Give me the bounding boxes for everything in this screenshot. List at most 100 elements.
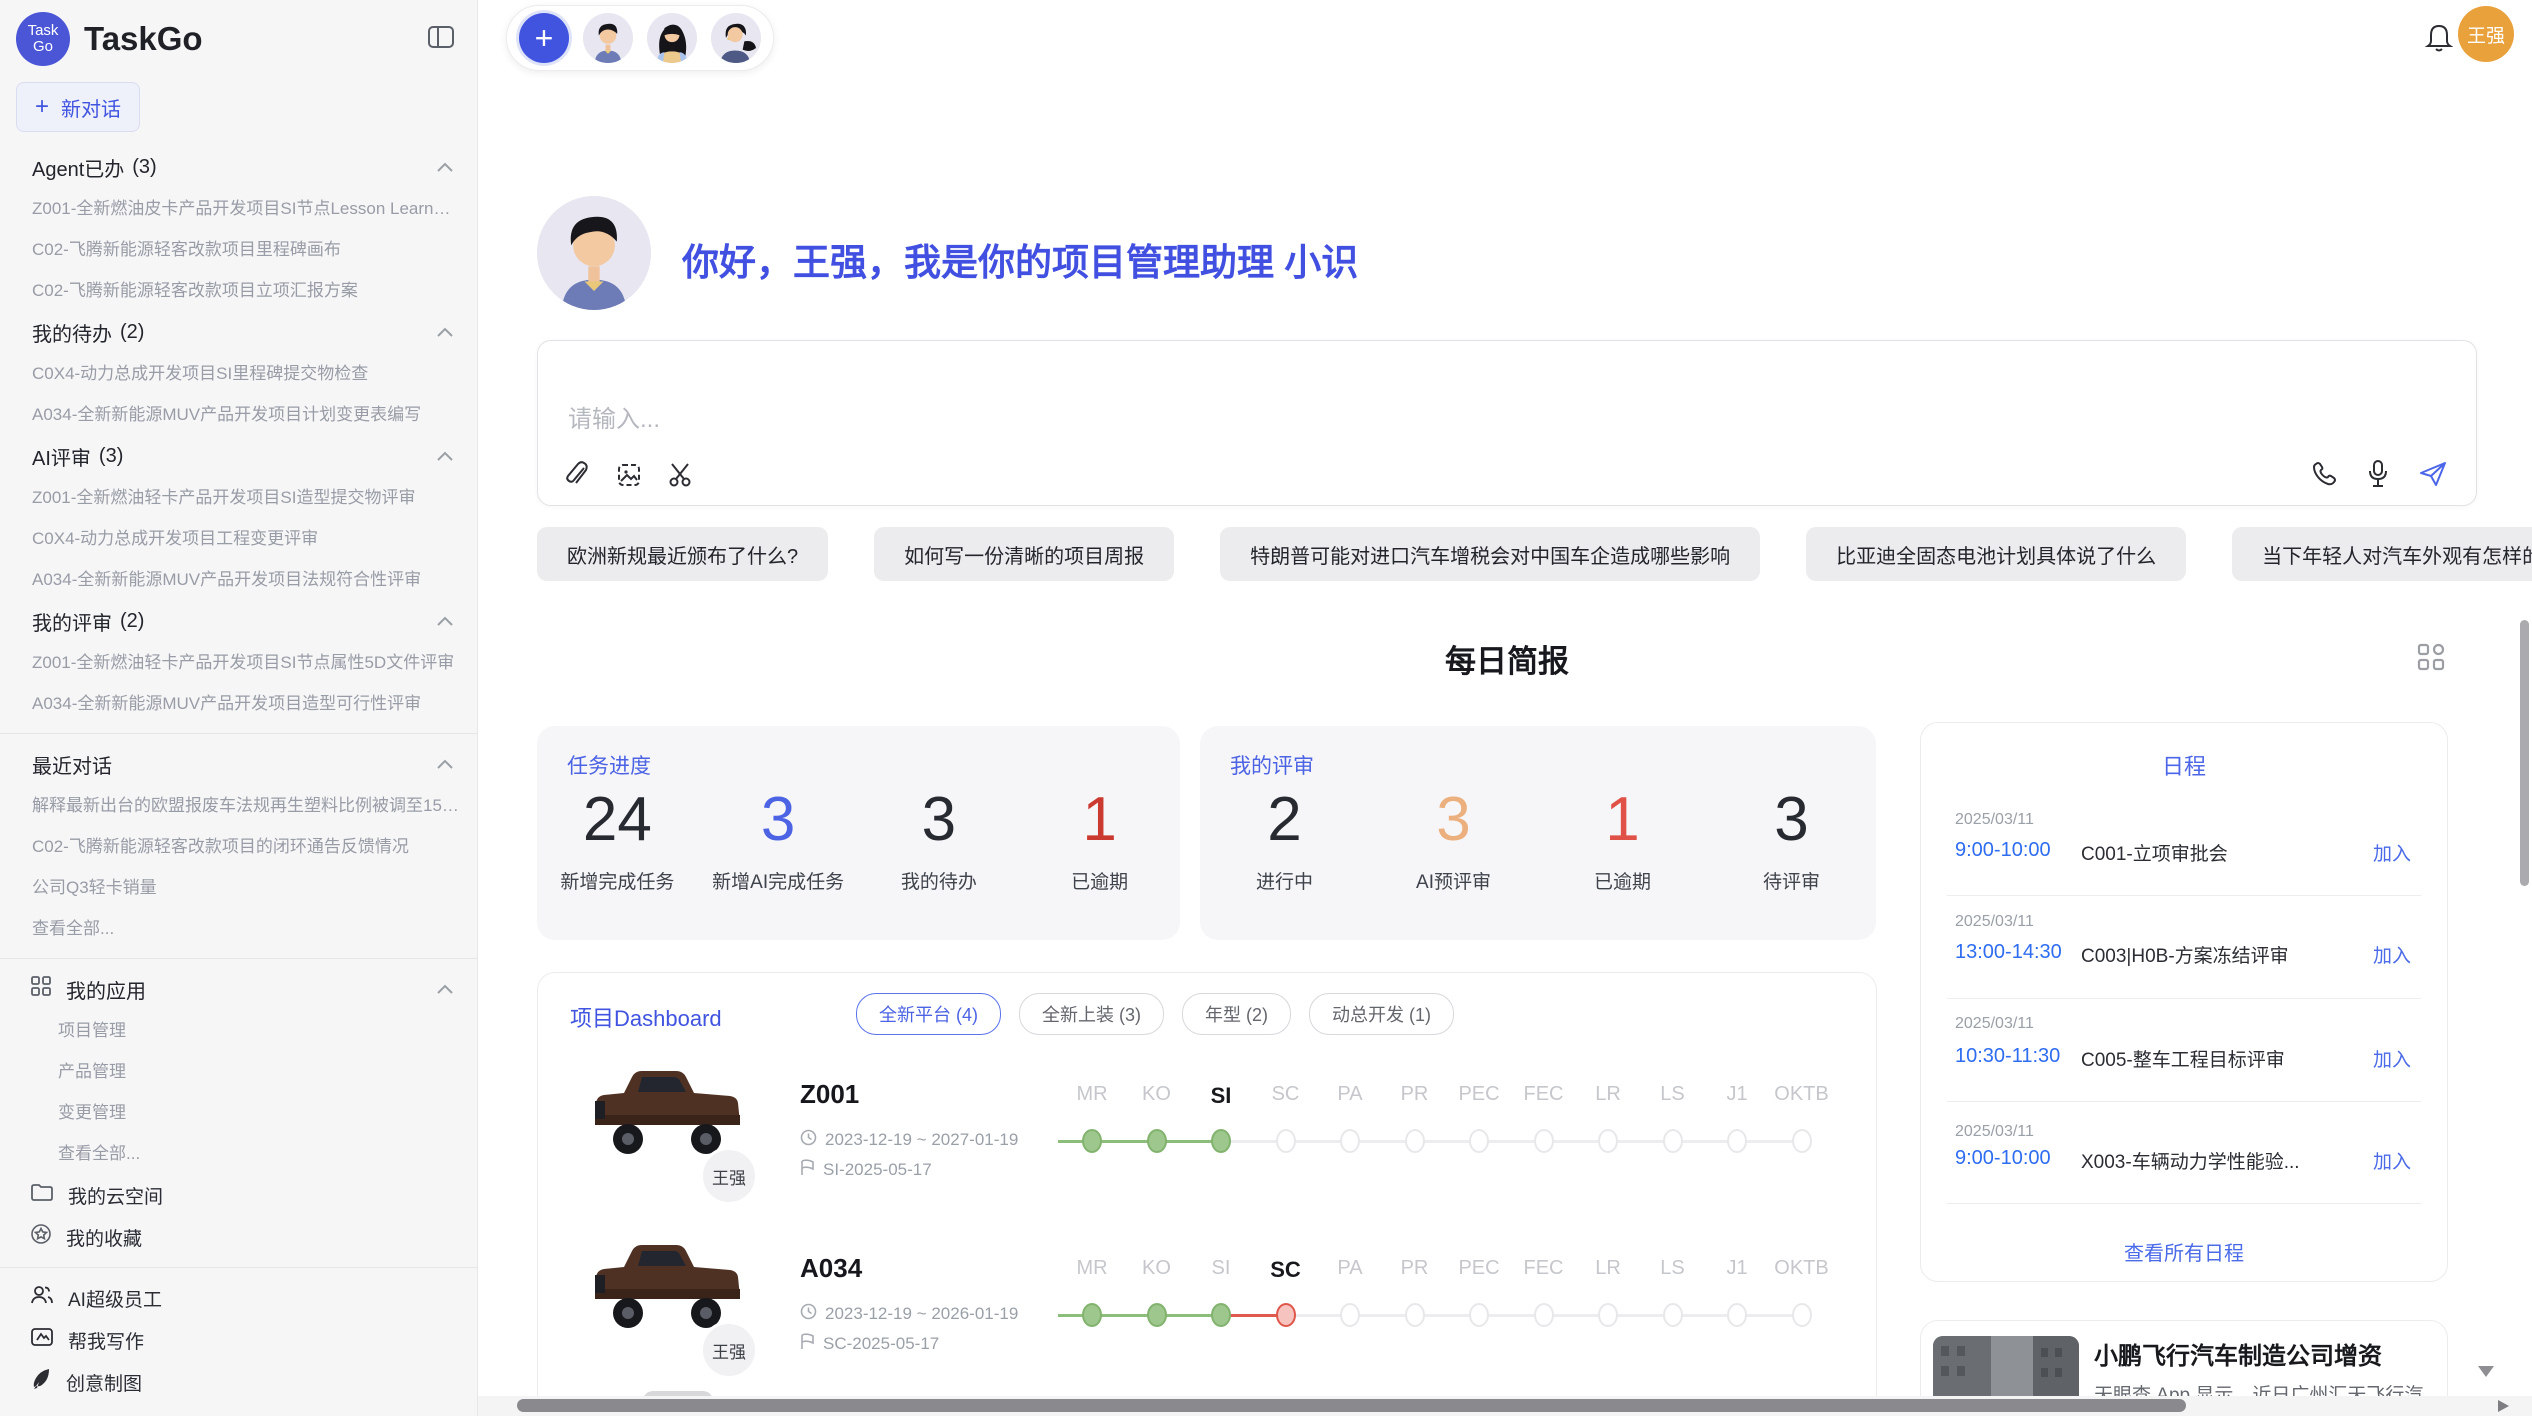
agent-avatar-1[interactable] [583, 13, 633, 63]
agent-switcher: + [506, 5, 774, 71]
milestone-label: PEC [1444, 1257, 1514, 1280]
task-item[interactable]: C02-飞腾新能源轻客改款项目里程碑画布 [0, 229, 477, 270]
notifications-bell-icon[interactable] [2424, 22, 2454, 59]
chat-input[interactable]: 请输入... [537, 340, 2477, 506]
briefing-card: 任务进度24新增完成任务3新增AI完成任务3我的待办1已逾期 [537, 726, 1180, 940]
milestone-dot [1211, 1303, 1231, 1327]
section-header[interactable]: AI评审(3) [0, 435, 477, 477]
suggestion-chip[interactable]: 特朗普可能对进口汽车增税会对中国车企造成哪些影响 [1220, 527, 1760, 581]
app-root: Task Go TaskGo + 新对话 Agent已办(3)Z001-全新燃油… [0, 0, 2532, 1416]
schedule-separator [1947, 1203, 2421, 1204]
scissors-icon[interactable] [668, 461, 694, 489]
milestone-dot [1082, 1303, 1102, 1327]
suggestion-chip[interactable]: 当下年轻人对汽车外观有怎样的喜好趋势 [2232, 527, 2532, 581]
sidebar-item-label: 创意制图 [66, 1369, 142, 1396]
app-item[interactable]: 查看全部... [0, 1133, 477, 1174]
quill-icon [30, 1367, 52, 1397]
recent-chat-item[interactable]: 解释最新出台的欧盟报废车法规再生塑料比例被调至15%... [0, 785, 477, 826]
app-item[interactable]: 变更管理 [0, 1092, 477, 1133]
clock-icon [800, 1129, 817, 1151]
milestone-label: LR [1573, 1257, 1643, 1280]
suggestion-chip[interactable]: 如何写一份清晰的项目周报 [874, 527, 1174, 581]
sidebar-item-创意制图[interactable]: 创意制图 [0, 1361, 477, 1403]
stat: 3AI预评审 [1369, 784, 1538, 894]
task-item[interactable]: C0X4-动力总成开发项目工程变更评审 [0, 518, 477, 559]
image-icon[interactable] [616, 462, 642, 488]
stat-label: 已逾期 [1019, 867, 1180, 894]
task-item[interactable]: A034-全新新能源MUV产品开发项目计划变更表编写 [0, 394, 477, 435]
plus-icon: + [35, 97, 49, 117]
project-dates: 2023-12-19 ~ 2026-01-19 [825, 1304, 1018, 1324]
schedule-event-name: C003|H0B-方案冻结评审 [2081, 941, 2289, 968]
app-item[interactable]: 产品管理 [0, 1051, 477, 1092]
suggestion-chip[interactable]: 比亚迪全固态电池计划具体说了什么 [1806, 527, 2186, 581]
sidebar-header: Task Go TaskGo [16, 12, 461, 66]
agent-avatar-3[interactable] [711, 13, 761, 63]
section-header[interactable]: 最近对话 [0, 743, 477, 785]
join-meeting-link[interactable]: 加入 [2373, 1147, 2411, 1174]
milestone-label: OKTB [1767, 1257, 1837, 1280]
user-avatar[interactable]: 王强 [2458, 6, 2514, 62]
dashboard-filter[interactable]: 全新上装 (3) [1019, 993, 1164, 1035]
attach-icon[interactable] [564, 461, 590, 489]
mic-icon[interactable] [2366, 459, 2390, 489]
sidebar-item-帮我写作[interactable]: 帮我写作 [0, 1319, 477, 1361]
task-item[interactable]: Z001-全新燃油轻卡产品开发项目SI节点属性5D文件评审 [0, 642, 477, 683]
agent-avatar-2[interactable] [647, 13, 697, 63]
horizontal-scrollbar-thumb[interactable] [517, 1399, 2186, 1412]
section-header[interactable]: Agent已办(3) [0, 146, 477, 188]
project-date-range: 2023-12-19 ~ 2026-01-19 [800, 1303, 1018, 1325]
add-agent-button[interactable]: + [519, 13, 569, 63]
milestone-dot [1534, 1303, 1554, 1327]
dashboard-filter[interactable]: 年型 (2) [1182, 993, 1291, 1035]
send-icon[interactable] [2418, 460, 2448, 488]
recent-chat-item[interactable]: 公司Q3轻卡销量 [0, 867, 477, 908]
briefing-card-title: 我的评审 [1230, 750, 1314, 780]
task-item[interactable]: A034-全新新能源MUV产品开发项目法规符合性评审 [0, 559, 477, 600]
milestone-dot [1663, 1303, 1683, 1327]
folder-icon [30, 1182, 54, 1208]
suggestion-chip[interactable]: 欧洲新规最近颁布了什么? [537, 527, 828, 581]
sidebar-item-AI超级员工[interactable]: AI超级员工 [0, 1277, 477, 1319]
section-header[interactable]: 我的应用 [0, 968, 477, 1010]
task-item[interactable]: A034-全新新能源MUV产品开发项目造型可行性评审 [0, 683, 477, 724]
task-item[interactable]: C02-飞腾新能源轻客改款项目立项汇报方案 [0, 270, 477, 311]
sidebar-item-我的云空间[interactable]: 我的云空间 [0, 1174, 477, 1216]
logo-line2: Go [33, 39, 53, 55]
milestone-label: SI [1186, 1257, 1256, 1280]
dashboard-filter[interactable]: 动总开发 (1) [1309, 993, 1454, 1035]
join-meeting-link[interactable]: 加入 [2373, 941, 2411, 968]
project-row: 王强A0342023-12-19 ~ 2026-01-19SC-2025-05-… [538, 1249, 1876, 1416]
scroll-right-arrow[interactable] [2498, 1400, 2509, 1412]
task-item[interactable]: Z001-全新燃油轻卡产品开发项目SI造型提交物评审 [0, 477, 477, 518]
chevron-up-icon [435, 160, 455, 174]
recent-chat-item[interactable]: C02-飞腾新能源轻客改款项目的闭环通告反馈情况 [0, 826, 477, 867]
join-meeting-link[interactable]: 加入 [2373, 1045, 2411, 1072]
view-all-schedule-link[interactable]: 查看所有日程 [1921, 1237, 2447, 1266]
new-chat-button[interactable]: + 新对话 [16, 82, 140, 132]
schedule-date: 2025/03/11 [1955, 1015, 2034, 1033]
user-name: 王强 [2467, 21, 2505, 48]
stat-label: 我的待办 [859, 867, 1020, 894]
stat-label: 新增AI完成任务 [698, 867, 859, 894]
collapse-sidebar-icon[interactable] [427, 24, 455, 55]
stat: 3我的待办 [859, 784, 1020, 894]
flag-icon [800, 1159, 815, 1181]
layout-grid-icon[interactable] [2416, 642, 2446, 677]
section-header[interactable]: 我的评审(2) [0, 600, 477, 642]
app-item[interactable]: 项目管理 [0, 1010, 477, 1051]
scroll-down-arrow[interactable] [2478, 1366, 2494, 1377]
task-item[interactable]: C0X4-动力总成开发项目SI里程碑提交物检查 [0, 353, 477, 394]
phone-icon[interactable] [2310, 460, 2338, 488]
section-count: (3) [132, 156, 156, 179]
dashboard-filter[interactable]: 全新平台 (4) [856, 993, 1001, 1035]
sidebar-item-我的收藏[interactable]: 我的收藏 [0, 1216, 477, 1258]
task-item[interactable]: Z001-全新燃油皮卡产品开发项目SI节点Lesson Learn报告 [0, 188, 477, 229]
stat-value: 3 [1707, 784, 1876, 855]
schedule-time: 9:00-10:00 [1955, 839, 2051, 862]
vertical-scrollbar-thumb[interactable] [2520, 620, 2529, 886]
join-meeting-link[interactable]: 加入 [2373, 839, 2411, 866]
milestone-dot [1469, 1303, 1489, 1327]
section-header[interactable]: 我的待办(2) [0, 311, 477, 353]
recent-chat-item[interactable]: 查看全部... [0, 908, 477, 949]
